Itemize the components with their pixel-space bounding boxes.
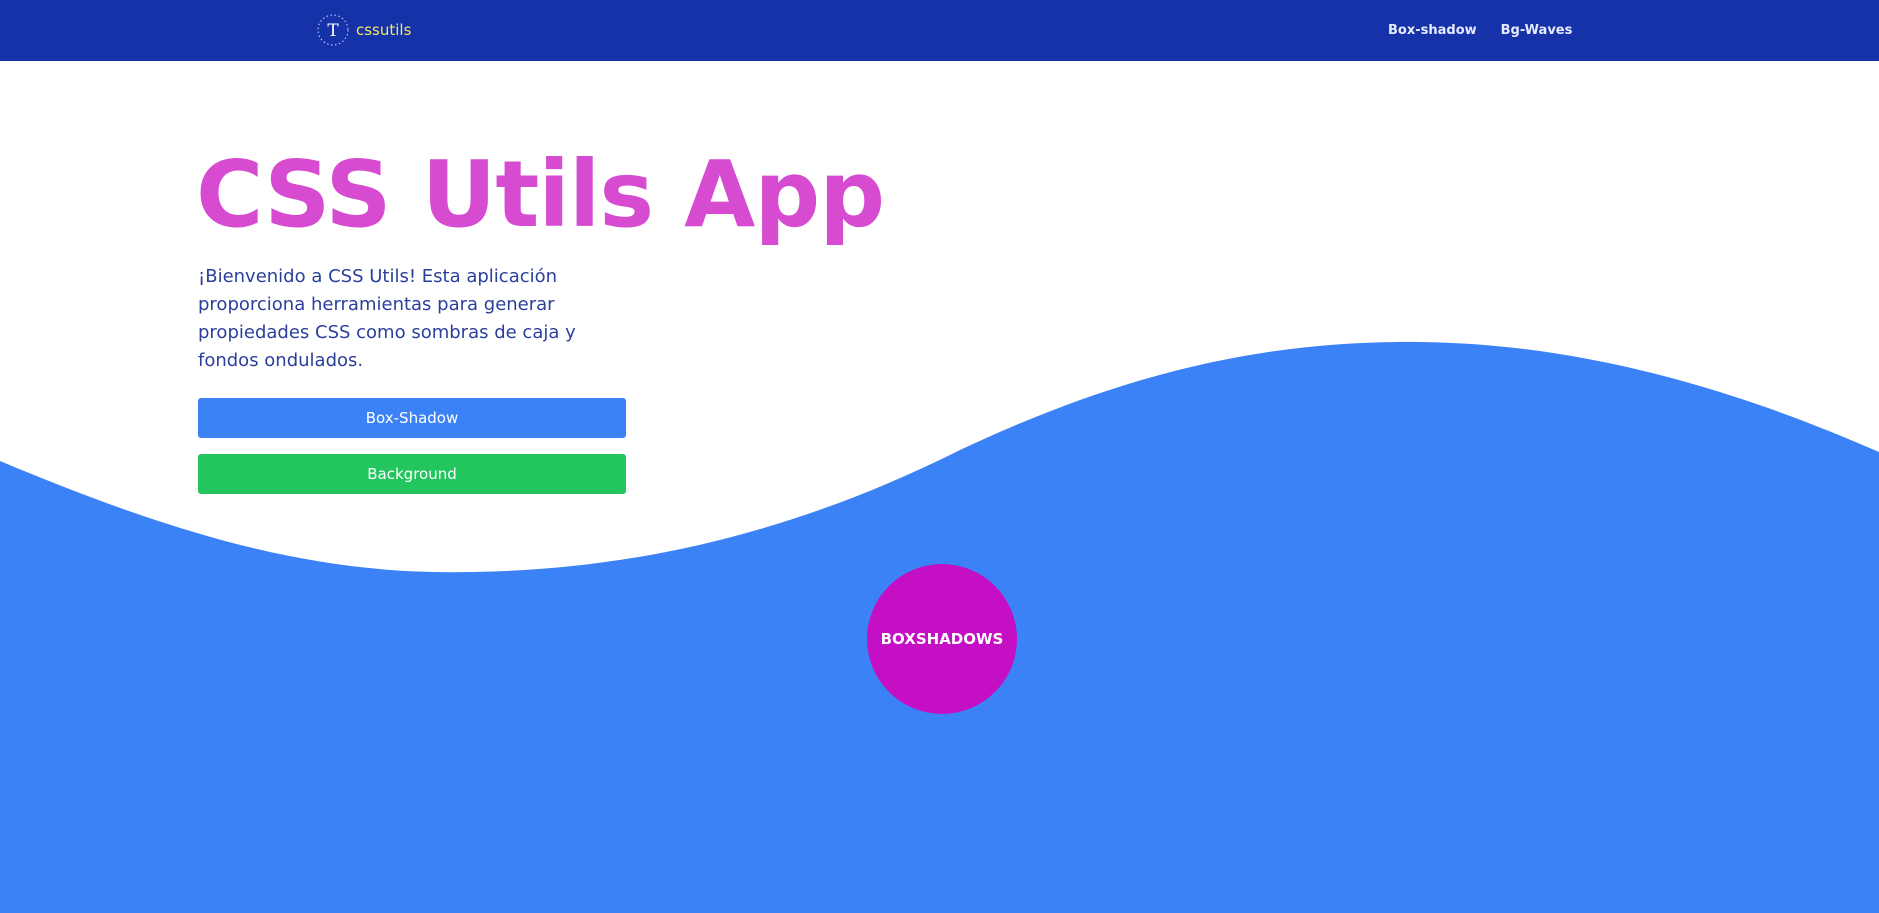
boxshadows-circle-label: BOXSHADOWS [880,630,1004,648]
brand-text: cssutils [356,21,412,39]
nav-link-bg-waves[interactable]: Bg-Waves [1501,23,1573,38]
page: T cssutils Box-shadow Bg-Waves CSS Utils… [0,0,1879,913]
brand-link[interactable]: T cssutils [316,13,411,47]
brand-logo-icon: T [317,14,349,46]
navbar: T cssutils Box-shadow Bg-Waves [0,0,1879,61]
nav-link-box-shadow[interactable]: Box-shadow [1388,23,1477,38]
background-button[interactable]: Background [198,454,626,494]
hero-description: ¡Bienvenido a CSS Utils! Esta aplicación… [198,266,576,371]
box-shadow-button[interactable]: Box-Shadow [198,398,626,438]
brand-logo-letter: T [327,21,339,41]
page-title: CSS Utils App [196,141,885,248]
boxshadows-circle[interactable]: BOXSHADOWS [867,564,1017,714]
nav-links: Box-shadow Bg-Waves [1388,0,1572,61]
